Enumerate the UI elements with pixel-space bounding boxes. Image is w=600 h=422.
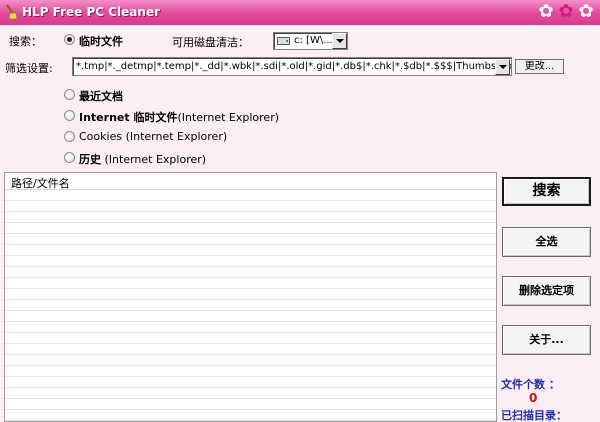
results-list[interactable]: 路径/文件名 <box>4 172 497 422</box>
drive-icon <box>277 37 290 45</box>
filter-value: *.tmp|*._detmp|*.temp|*._dd|*.wbk|*.sdi|… <box>76 61 512 72</box>
about-button[interactable]: 关于... <box>502 325 591 355</box>
available-drives-label: 可用磁盘清洁： <box>172 36 249 49</box>
drive-value: c: [W\...] <box>294 35 337 46</box>
window-title: HLP Free PC Cleaner <box>22 5 160 19</box>
scanned-dirs-label: 已扫描目录： <box>501 409 567 422</box>
history-label: 历史 (Internet Explorer) <box>79 153 207 166</box>
window-controls: ✿ ✿ ✿ <box>536 2 596 22</box>
change-filter-button[interactable]: 更改... <box>515 59 564 74</box>
list-rows <box>5 190 496 421</box>
file-count-label: 文件个数 ： <box>501 378 560 391</box>
search-label: 搜索： <box>9 35 42 48</box>
broom-icon <box>6 4 18 20</box>
ie-temp-files-radio[interactable] <box>64 110 75 121</box>
history-radio[interactable] <box>64 152 75 163</box>
temp-files-label: 临时文件 <box>79 35 123 48</box>
cookies-label: Cookies (Internet Explorer) <box>79 130 228 143</box>
recent-docs-label: 最近文档 <box>79 90 123 103</box>
select-all-button[interactable]: 全选 <box>502 227 591 257</box>
ie-temp-files-label: Internet 临时文件(Internet Explorer) <box>79 111 280 124</box>
maximize-flower-icon[interactable]: ✿ <box>556 2 576 22</box>
recent-docs-radio[interactable] <box>64 89 75 100</box>
title-bar: HLP Free PC Cleaner ✿ ✿ ✿ <box>0 0 600 25</box>
list-header[interactable]: 路径/文件名 <box>5 173 496 190</box>
temp-files-radio[interactable] <box>64 34 75 45</box>
file-count-value: 0 <box>529 391 538 405</box>
path-filename-column-header: 路径/文件名 <box>11 177 70 190</box>
drive-dropdown-button[interactable] <box>332 33 347 49</box>
filter-label: 筛选设置: <box>5 62 53 75</box>
filter-dropdown-button[interactable] <box>495 59 510 75</box>
close-flower-icon[interactable]: ✿ <box>576 2 596 22</box>
delete-selected-button[interactable]: 删除选定项 <box>502 276 591 306</box>
drive-select[interactable]: c: [W\...] <box>273 32 348 50</box>
minimize-flower-icon[interactable]: ✿ <box>536 2 556 22</box>
search-button[interactable]: 搜索 <box>502 177 591 206</box>
filter-select[interactable]: *.tmp|*._detmp|*.temp|*._dd|*.wbk|*.sdi|… <box>72 57 512 76</box>
cookies-radio[interactable] <box>64 131 75 142</box>
